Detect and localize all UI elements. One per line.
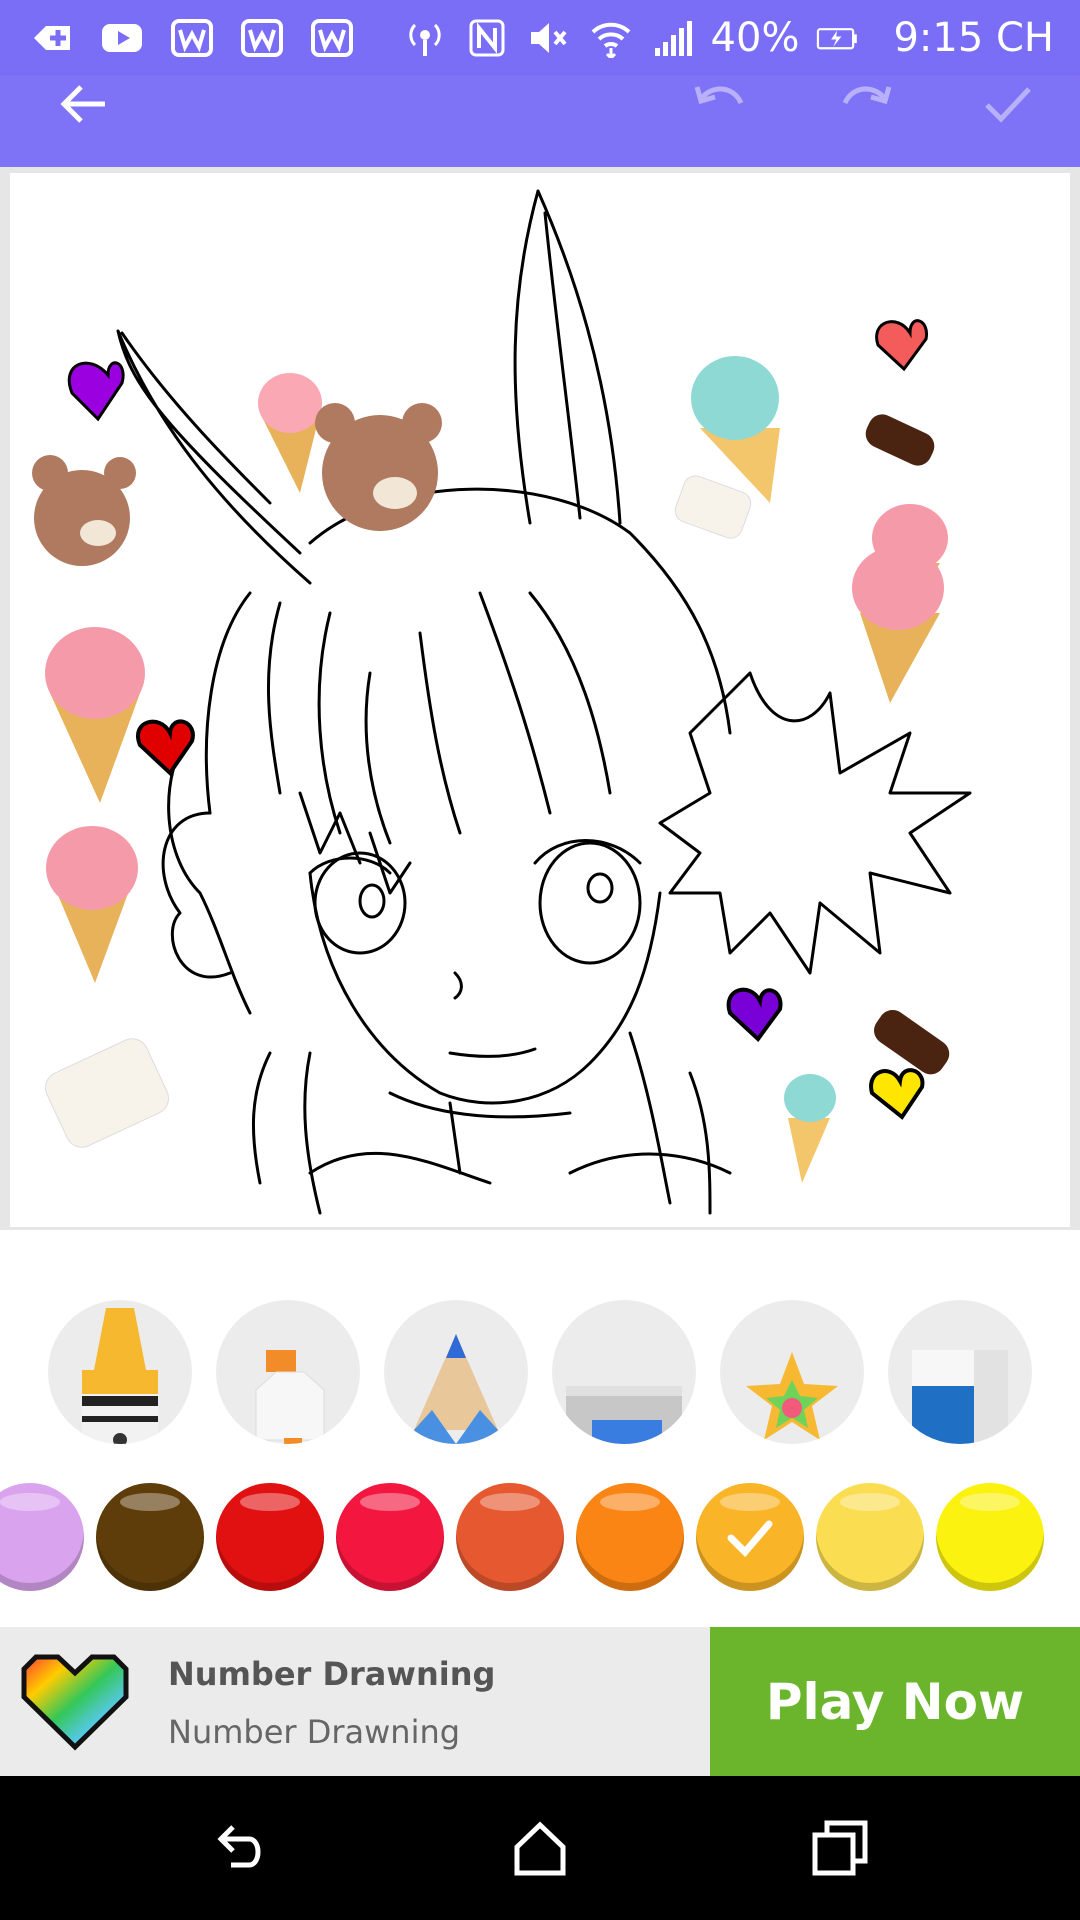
play-now-button[interactable]: Play Now (710, 1627, 1080, 1776)
home-icon (514, 1821, 566, 1876)
screen: 40% 9:15 CH Number Drawning Number Drawn… (0, 0, 1080, 1920)
color-swatch-3[interactable] (336, 1483, 444, 1591)
pencil-icon (414, 1334, 498, 1444)
tool-selector (0, 1230, 1080, 1450)
marker-tool-button[interactable] (216, 1300, 360, 1444)
w-app-icon (308, 18, 356, 58)
signal-icon (649, 18, 697, 58)
arrow-left-icon (60, 85, 105, 123)
star-sticker-icon (746, 1352, 838, 1440)
nav-home-button[interactable] (500, 1808, 580, 1888)
color-swatch-4[interactable] (456, 1483, 564, 1591)
paint-bucket-tool-button[interactable] (552, 1300, 696, 1444)
color-swatch-7[interactable] (816, 1483, 924, 1591)
recents-icon (812, 1820, 868, 1876)
pencil-tool-button[interactable] (384, 1300, 528, 1444)
battery-percent: 40% (710, 14, 800, 61)
color-swatch-6[interactable] (696, 1483, 804, 1591)
selected-check-icon (696, 1483, 804, 1591)
nfc-icon (463, 18, 511, 58)
w-app-icon (238, 18, 286, 58)
marker-icon (255, 1350, 325, 1444)
crayon-icon (82, 1308, 158, 1444)
youtube-icon (98, 18, 146, 58)
canvas-area (0, 167, 1080, 1230)
sticker-ice-creams (45, 356, 950, 1183)
clock: 9:15 CH (893, 14, 1054, 61)
eraser-icon (912, 1350, 1008, 1444)
w-app-icon (168, 18, 216, 58)
status-bar: 40% 9:15 CH (0, 0, 1080, 75)
crayon-tool-button[interactable] (48, 1300, 192, 1444)
color-swatch-1[interactable] (96, 1483, 204, 1591)
done-button[interactable] (962, 75, 1054, 167)
undo-button[interactable] (674, 75, 766, 167)
nav-back-button[interactable] (200, 1808, 280, 1888)
undo-icon (694, 86, 744, 105)
color-swatch-2[interactable] (216, 1483, 324, 1591)
sticker-hearts (67, 319, 928, 1120)
mute-icon (525, 18, 573, 58)
sticker-tool-button[interactable] (720, 1300, 864, 1444)
redo-icon (842, 86, 892, 105)
color-palette (0, 1465, 1080, 1595)
check-icon (985, 87, 1031, 123)
wifi-icon (587, 18, 635, 58)
top-toolbar (0, 75, 1080, 167)
back-button[interactable] (38, 75, 130, 167)
ad-subtitle: Number Drawning (168, 1713, 461, 1751)
sticker-bears (32, 403, 442, 566)
color-swatch-5[interactable] (576, 1483, 684, 1591)
nav-recents-button[interactable] (800, 1808, 880, 1888)
pixel-heart-icon (21, 1654, 129, 1751)
redo-button[interactable] (820, 75, 912, 167)
battery-charging-icon (813, 18, 861, 58)
system-nav-bar (0, 1776, 1080, 1920)
color-swatch-0[interactable] (0, 1483, 84, 1591)
ad-title: Number Drawning (168, 1655, 496, 1693)
hotspot-icon (401, 18, 449, 58)
ad-banner[interactable]: Number Drawning Number Drawning Play Now (0, 1627, 1080, 1776)
paint-bucket-icon (566, 1386, 682, 1444)
eraser-tool-button[interactable] (888, 1300, 1032, 1444)
line-art-drawing (32, 189, 972, 1215)
add-icon (28, 18, 76, 58)
color-swatch-8[interactable] (936, 1483, 1044, 1591)
back-icon (217, 1825, 261, 1868)
drawing-canvas[interactable] (10, 173, 1070, 1227)
